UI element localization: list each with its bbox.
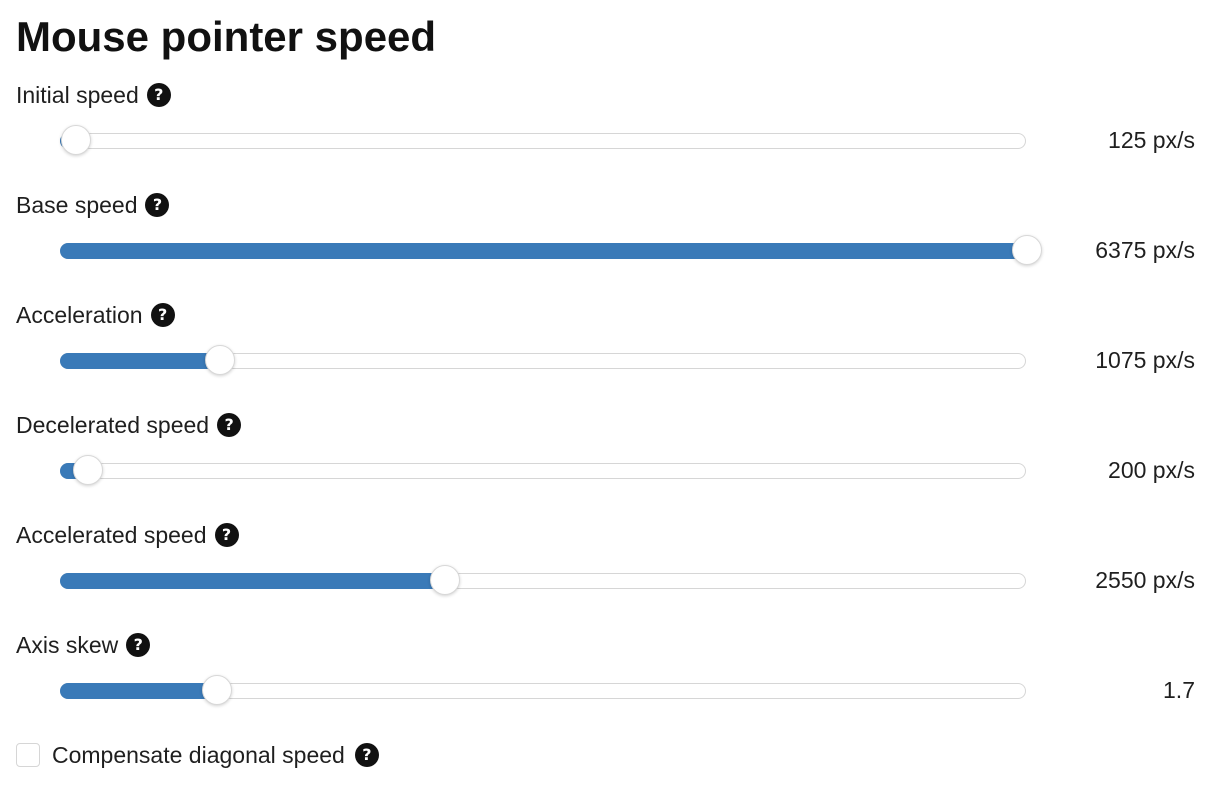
setting-value: 1075 px/s xyxy=(1095,347,1195,373)
setting-acceleration: Acceleration ? 1075 px/s xyxy=(0,300,1221,410)
help-icon[interactable]: ? xyxy=(214,523,239,547)
compensate-diagonal-row: Compensate diagonal speed ? xyxy=(16,740,379,770)
setting-value: 125 px/s xyxy=(1108,127,1195,153)
setting-label-row: Decelerated speed ? xyxy=(16,410,242,440)
acceleration-slider[interactable] xyxy=(60,345,1026,375)
setting-accelerated-speed: Accelerated speed ? 2550 px/s xyxy=(0,520,1221,630)
setting-label: Acceleration xyxy=(16,302,143,328)
help-icon[interactable]: ? xyxy=(354,743,379,767)
checkbox-label: Compensate diagonal speed xyxy=(52,742,345,768)
slider-fill xyxy=(60,573,446,589)
setting-base-speed: Base speed ? 6375 px/s xyxy=(0,190,1221,300)
initial-speed-slider[interactable] xyxy=(60,125,1026,155)
setting-value: 6375 px/s xyxy=(1095,237,1195,263)
setting-label-row: Acceleration ? xyxy=(16,300,175,330)
slider-thumb[interactable] xyxy=(61,125,91,155)
base-speed-slider[interactable] xyxy=(60,235,1042,265)
slider-thumb[interactable] xyxy=(1012,235,1042,265)
help-icon[interactable]: ? xyxy=(146,83,171,107)
help-icon[interactable]: ? xyxy=(126,633,151,657)
setting-label-row: Accelerated speed ? xyxy=(16,520,239,550)
setting-value: 2550 px/s xyxy=(1095,567,1195,593)
slider-fill xyxy=(60,353,221,369)
setting-label: Initial speed xyxy=(16,82,139,108)
slider-thumb[interactable] xyxy=(202,675,232,705)
help-icon[interactable]: ? xyxy=(145,193,170,217)
decelerated-speed-slider[interactable] xyxy=(60,455,1026,485)
setting-initial-speed: Initial speed ? 125 px/s xyxy=(0,80,1221,190)
axis-skew-slider[interactable] xyxy=(60,675,1026,705)
setting-label: Decelerated speed xyxy=(16,412,210,438)
help-icon[interactable]: ? xyxy=(217,413,242,437)
setting-label: Accelerated speed xyxy=(16,522,207,548)
setting-label-row: Initial speed ? xyxy=(16,80,171,110)
slider-thumb[interactable] xyxy=(205,345,235,375)
page-title: Mouse pointer speed xyxy=(16,13,437,60)
slider-fill xyxy=(60,243,1028,259)
accelerated-speed-slider[interactable] xyxy=(60,565,1026,595)
setting-value: 200 px/s xyxy=(1108,457,1195,483)
slider-thumb[interactable] xyxy=(73,455,103,485)
mouse-pointer-speed-panel: Mouse pointer speed Initial speed ? 125 … xyxy=(0,0,1221,805)
setting-value: 1.7 xyxy=(1163,677,1195,703)
setting-axis-skew: Axis skew ? 1.7 xyxy=(0,630,1221,740)
slider-thumb[interactable] xyxy=(430,565,460,595)
setting-label: Base speed xyxy=(16,192,138,218)
setting-label-row: Base speed ? xyxy=(16,190,170,220)
setting-label: Axis skew xyxy=(16,632,119,658)
setting-label-row: Axis skew ? xyxy=(16,630,151,660)
slider-fill xyxy=(60,683,218,699)
help-icon[interactable]: ? xyxy=(150,303,175,327)
setting-decelerated-speed: Decelerated speed ? 200 px/s xyxy=(0,410,1221,520)
compensate-diagonal-checkbox[interactable] xyxy=(16,743,40,767)
